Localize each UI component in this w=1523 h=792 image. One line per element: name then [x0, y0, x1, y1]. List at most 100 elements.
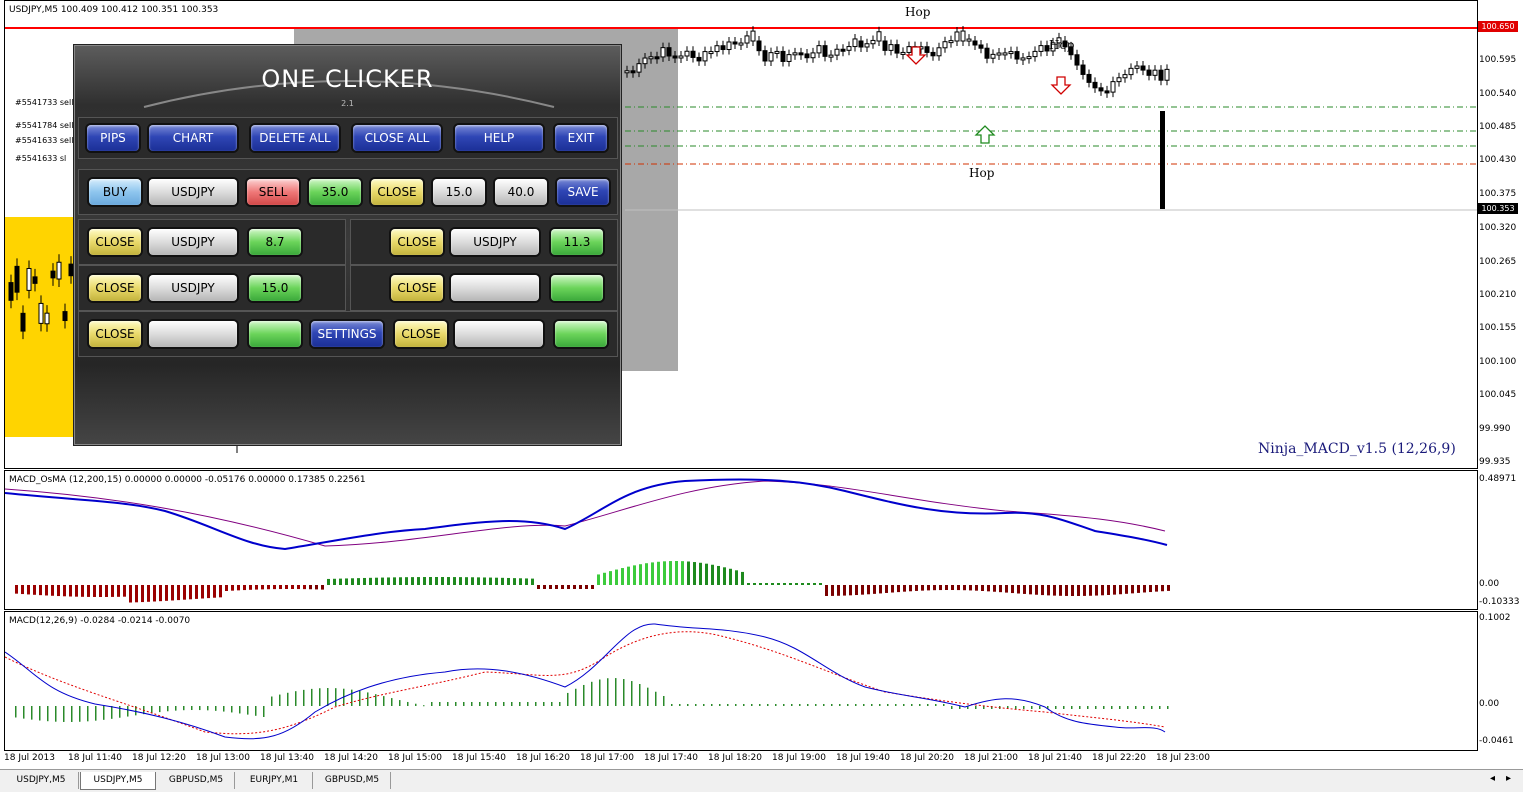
macd-pane[interactable]: MACD(12,26,9) -0.0284 -0.0214 -0.0070	[4, 611, 1478, 751]
macd-bar	[15, 706, 17, 718]
osma-bar	[627, 566, 630, 585]
buy-button[interactable]: BUY	[89, 179, 141, 205]
candle	[1074, 54, 1080, 66]
chart-tab[interactable]: USDJPY,M5	[4, 772, 79, 789]
close-position-button[interactable]: CLOSE	[89, 275, 141, 301]
candle	[708, 51, 714, 55]
osma-bar	[81, 585, 84, 597]
candle	[1008, 51, 1014, 55]
candle	[654, 56, 660, 60]
price-tick: 100.155	[1479, 323, 1517, 333]
osma-bar	[837, 585, 840, 596]
close-position-button[interactable]: CLOSE	[89, 229, 141, 255]
close-position-button[interactable]: CLOSE	[395, 321, 447, 347]
osma-bar	[711, 564, 714, 585]
candle	[948, 40, 954, 44]
candle	[780, 50, 786, 62]
close-position-button[interactable]: CLOSE	[391, 275, 443, 301]
macd-bar	[223, 706, 225, 712]
chart-tab[interactable]: GBPUSD,M5	[158, 772, 235, 789]
pips-button[interactable]: PIPS	[87, 125, 139, 151]
chart-tab-active[interactable]: USDJPY,M5	[80, 772, 156, 790]
osma-bar	[495, 577, 498, 585]
osma-bar	[603, 572, 606, 585]
osma-bar	[747, 583, 750, 585]
macd-bar	[151, 706, 153, 714]
macd-bar	[599, 679, 601, 706]
osma-bar	[579, 585, 582, 589]
osma-pane[interactable]: MACD_OsMA (12,200,15) 0.00000 0.00000 -0…	[4, 470, 1478, 610]
lots-field[interactable]: 35.0	[309, 179, 361, 205]
close-position-button[interactable]: CLOSE	[89, 321, 141, 347]
macd-bar	[1087, 706, 1089, 709]
candle	[882, 40, 888, 51]
candle	[44, 312, 50, 325]
macd-bar	[79, 706, 81, 722]
trade-symbol-field[interactable]: USDJPY	[149, 179, 237, 205]
scroll-right-icon[interactable]: ▸	[1506, 773, 1511, 784]
macd-bar	[71, 706, 73, 722]
macd-bar	[1031, 706, 1033, 709]
candle	[38, 302, 44, 324]
chart-tab[interactable]: EURJPY,M1	[236, 772, 313, 789]
macd-bar	[847, 704, 849, 706]
macd-bar	[551, 702, 553, 706]
chart-button[interactable]: CHART	[149, 125, 237, 151]
osma-bar	[981, 585, 984, 591]
macd-bar	[87, 706, 89, 722]
osma-bar	[45, 585, 48, 596]
osma-bar	[675, 561, 678, 585]
candle	[62, 311, 68, 322]
scroll-left-icon[interactable]: ◂	[1490, 773, 1495, 784]
macd-bar	[711, 704, 713, 706]
candle	[786, 54, 792, 62]
macd-bar	[607, 678, 609, 706]
sl-field[interactable]: 15.0	[433, 179, 485, 205]
candle	[996, 52, 1002, 56]
candle	[732, 41, 738, 45]
candle	[876, 31, 882, 42]
macd-bar	[255, 706, 257, 716]
time-tick: 18 Jul 17:40	[644, 753, 698, 763]
candle	[750, 30, 756, 42]
osma-bar	[963, 585, 966, 591]
osma-bar	[813, 583, 816, 585]
osma-bar	[1113, 585, 1116, 595]
candle	[1080, 64, 1086, 75]
macd-bar	[791, 704, 793, 706]
macd-bar	[631, 681, 633, 706]
macd-bar	[863, 704, 865, 706]
close-all-button[interactable]: CLOSE ALL	[353, 125, 441, 151]
chart-tab[interactable]: GBPUSD,M5	[314, 772, 391, 789]
one-clicker-panel[interactable]: ONE CLICKER 2.1 PIPS CHART DELETE ALL CL…	[73, 44, 622, 446]
candle	[738, 42, 744, 46]
order-label-1: #5541733 sell	[15, 98, 74, 107]
macd-bar	[1111, 706, 1113, 709]
osma-bar	[249, 585, 252, 590]
save-button[interactable]: SAVE	[557, 179, 609, 205]
osma-bar	[273, 585, 276, 590]
macd-bar	[895, 704, 897, 706]
candle	[852, 38, 858, 48]
settings-button[interactable]: SETTINGS	[311, 321, 383, 347]
order-label-3: #5541633 sell	[15, 136, 74, 145]
close-trade-button[interactable]: CLOSE	[371, 179, 423, 205]
osma-bar	[99, 585, 102, 597]
close-position-button[interactable]: CLOSE	[391, 229, 443, 255]
osma-bar	[597, 574, 600, 585]
osma-bar	[51, 585, 54, 596]
osma-bar	[1095, 585, 1098, 596]
macd-bar	[207, 706, 209, 711]
delete-all-button[interactable]: DELETE ALL	[251, 125, 339, 151]
macd-bar	[359, 690, 361, 706]
sell-button[interactable]: SELL	[247, 179, 299, 205]
candle	[798, 52, 804, 56]
help-button[interactable]: HELP	[455, 125, 543, 151]
exit-button[interactable]: EXIT	[555, 125, 607, 151]
tp-field[interactable]: 40.0	[495, 179, 547, 205]
osma-bar	[315, 585, 318, 590]
macd-bar	[431, 702, 433, 706]
macd-main-line	[5, 623, 1166, 740]
indicator-label: Ninja_MACD_v1.5 (12,26,9)	[1258, 441, 1456, 457]
object-rectangle-yellow	[5, 217, 73, 437]
